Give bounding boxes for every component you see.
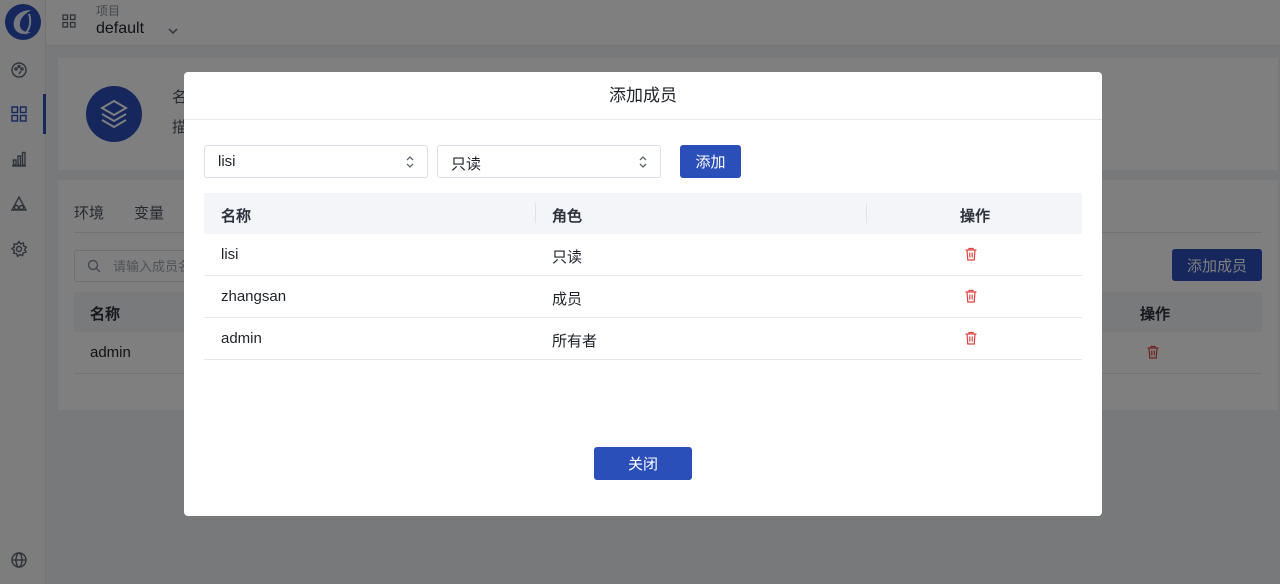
trash-icon[interactable] [964, 289, 978, 303]
trash-icon[interactable] [964, 247, 978, 261]
table-row: lisi 只读 [204, 234, 1082, 276]
column-name-header: 名称 [221, 208, 252, 225]
close-button[interactable]: 关闭 [594, 447, 692, 480]
role-select-value: 只读 [451, 156, 482, 173]
member-role: 成员 [552, 291, 583, 308]
add-button[interactable]: 添加 [680, 145, 741, 178]
dialog-title: 添加成员 [184, 72, 1102, 120]
table-header: 名称 角色 操作 [204, 193, 1082, 234]
select-arrows-icon [638, 154, 648, 170]
table-row: admin 所有者 [204, 318, 1082, 360]
member-name: admin [221, 330, 262, 347]
role-select[interactable]: 只读 [437, 145, 661, 178]
column-action-header: 操作 [960, 208, 991, 225]
column-role-header: 角色 [552, 208, 583, 225]
member-name: zhangsan [221, 288, 287, 305]
member-role: 所有者 [552, 333, 598, 350]
members-table: 名称 角色 操作 lisi 只读 zhangsan 成员 admin 所有者 [204, 193, 1082, 360]
table-row: zhangsan 成员 [204, 276, 1082, 318]
member-role: 只读 [552, 249, 583, 266]
user-select-value: lisi [218, 153, 236, 170]
column-divider [535, 203, 536, 223]
select-arrows-icon [405, 154, 415, 170]
column-divider [866, 203, 867, 223]
user-select[interactable]: lisi [204, 145, 428, 178]
add-member-dialog: 添加成员 lisi 只读 添加 名称 角色 操作 lisi 只读 zhangsa… [184, 72, 1102, 516]
member-name: lisi [221, 246, 239, 263]
trash-icon[interactable] [964, 331, 978, 345]
